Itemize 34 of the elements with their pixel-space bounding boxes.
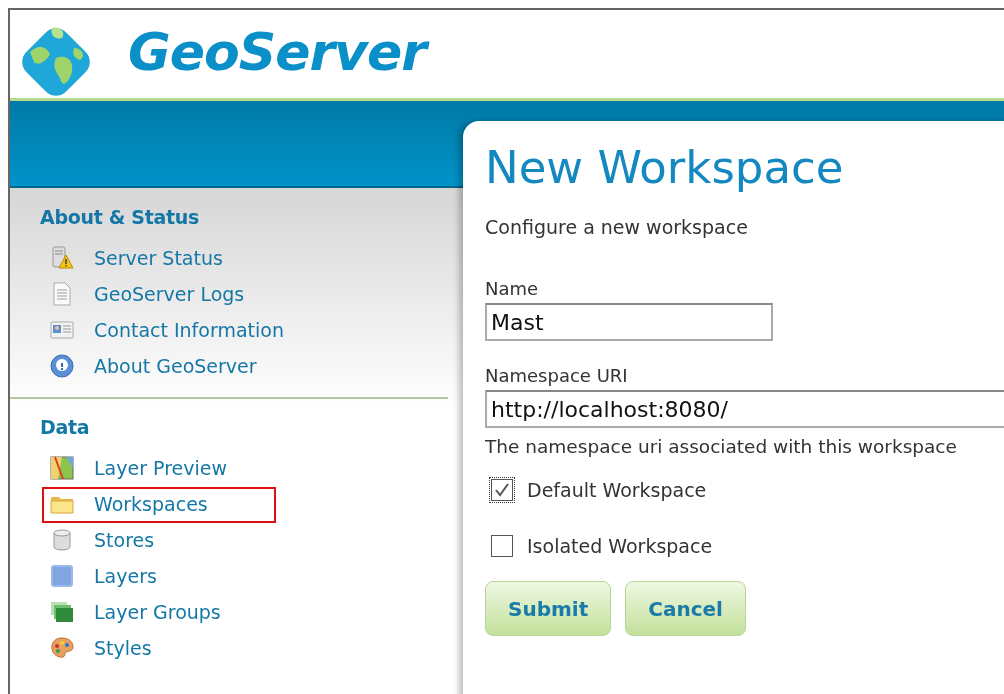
page-description: Configure a new workspace — [485, 216, 749, 238]
sidebar-link[interactable]: Workspaces — [94, 493, 208, 515]
name-field[interactable]: Mast — [485, 303, 773, 341]
cancel-button[interactable]: Cancel — [625, 581, 746, 636]
sidebar-link[interactable]: Layer Groups — [94, 601, 221, 623]
section-heading: About & Status — [40, 206, 201, 228]
document-icon — [50, 282, 74, 306]
sidebar-link[interactable]: Layers — [94, 565, 157, 587]
stacked-layers-icon — [50, 600, 74, 624]
contact-card-icon — [50, 318, 74, 342]
checkbox-label: Default Workspace — [527, 479, 707, 501]
square-layer-icon — [50, 564, 74, 588]
help-icon — [50, 354, 74, 378]
field-label: Namespace URI — [485, 365, 629, 386]
server-warning-icon — [50, 246, 74, 270]
sidebar-link[interactable]: Server Status — [94, 247, 223, 269]
sidebar-link[interactable]: GeoServer Logs — [94, 283, 245, 305]
sidebar-link[interactable]: Contact Information — [94, 319, 284, 341]
sidebar-link[interactable]: Stores — [94, 529, 155, 551]
sidebar-link[interactable]: Styles — [94, 637, 152, 659]
field-label: Name — [485, 278, 540, 299]
palette-icon — [50, 636, 74, 660]
sidebar-link[interactable]: Layer Preview — [94, 457, 227, 479]
page-title: New Workspace — [485, 141, 845, 194]
uri-field[interactable]: http://localhost:8080/ — [485, 390, 1004, 428]
map-icon — [50, 456, 74, 480]
database-icon — [50, 528, 74, 552]
sidebar-link[interactable]: About GeoServer — [94, 355, 257, 377]
checkbox-label: Isolated Workspace — [527, 535, 713, 557]
section-heading: Data — [40, 416, 91, 438]
checkbox[interactable] — [491, 479, 513, 501]
field-hint: The namespace uri associated with this workspace — [485, 436, 958, 457]
checkbox[interactable] — [491, 535, 513, 557]
submit-button[interactable]: Submit — [485, 581, 612, 636]
